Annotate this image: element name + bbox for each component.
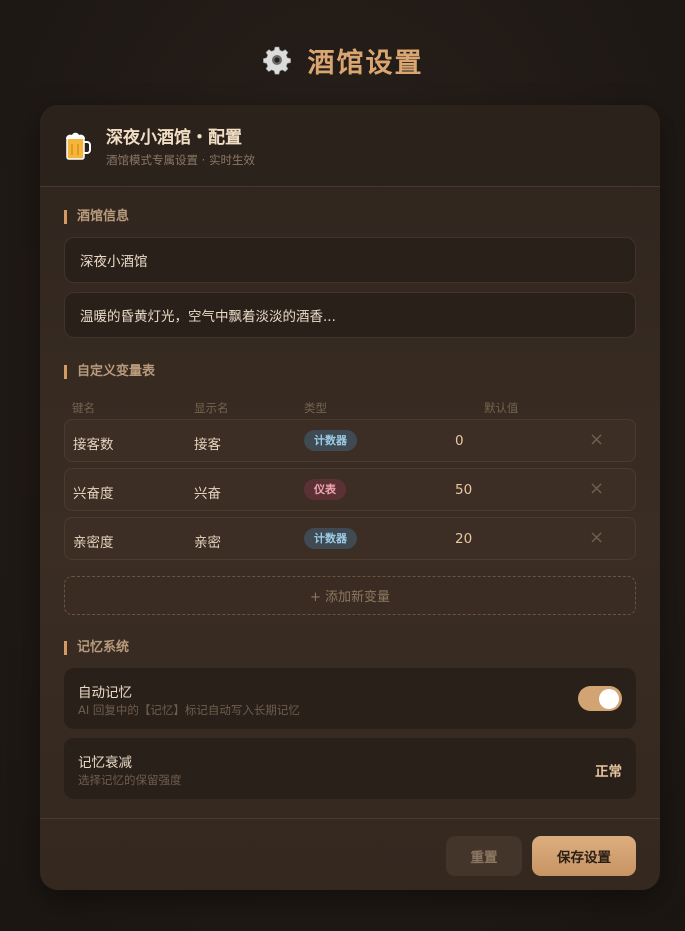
memory-decay-title: 记忆衰减 bbox=[78, 755, 132, 771]
variable-type-badge[interactable]: 计数器 bbox=[304, 430, 357, 451]
variable-key[interactable]: 接客数 bbox=[73, 433, 114, 453]
auto-memory-row: 自动记忆 AI 回复中的【记忆】标记自动写入长期记忆 bbox=[64, 668, 636, 729]
delete-variable-icon[interactable]: × bbox=[589, 478, 604, 499]
page-title: 酒馆设置 bbox=[307, 47, 424, 79]
card-title: 深夜小酒馆・配置 bbox=[106, 128, 242, 148]
section-tavern-info-label: 酒馆信息 bbox=[64, 210, 129, 224]
auto-memory-title: 自动记忆 bbox=[78, 685, 132, 701]
variable-display-name[interactable]: 接客 bbox=[194, 433, 221, 453]
add-variable-button[interactable]: + 添加新变量 bbox=[64, 576, 636, 615]
variable-key[interactable]: 亲密度 bbox=[73, 531, 114, 551]
reset-button[interactable]: 重置 bbox=[446, 836, 522, 876]
column-header-default: 默认值 bbox=[484, 401, 519, 415]
memory-decay-select[interactable]: 正常 bbox=[595, 760, 622, 780]
delete-variable-icon[interactable]: × bbox=[589, 527, 604, 548]
auto-memory-description: AI 回复中的【记忆】标记自动写入长期记忆 bbox=[78, 703, 300, 717]
variable-row[interactable]: 兴奋度 兴奋 仪表 50 × bbox=[64, 468, 636, 511]
column-header-key: 键名 bbox=[72, 401, 95, 415]
card-header: 深夜小酒馆・配置 酒馆模式专属设置 · 实时生效 bbox=[40, 105, 660, 187]
page-header: 酒馆设置 bbox=[0, 40, 685, 80]
gear-icon bbox=[262, 46, 291, 75]
variable-default-value[interactable]: 20 bbox=[455, 531, 472, 547]
save-button[interactable]: 保存设置 bbox=[532, 836, 636, 876]
auto-memory-toggle[interactable] bbox=[578, 686, 622, 711]
delete-variable-icon[interactable]: × bbox=[589, 429, 604, 450]
variable-default-value[interactable]: 0 bbox=[455, 433, 464, 449]
memory-decay-row[interactable]: 记忆衰减 选择记忆的保留强度 正常 bbox=[64, 738, 636, 799]
tavern-description-input[interactable]: 温暖的昏黄灯光，空气中飘着淡淡的酒香... bbox=[64, 292, 636, 338]
card-subtitle: 酒馆模式专属设置 · 实时生效 bbox=[106, 153, 255, 167]
column-header-type: 类型 bbox=[304, 401, 327, 415]
variable-display-name[interactable]: 亲密 bbox=[194, 531, 221, 551]
variable-type-badge[interactable]: 计数器 bbox=[304, 528, 357, 549]
section-variables-label: 自定义变量表 bbox=[64, 365, 155, 379]
memory-decay-description: 选择记忆的保留强度 bbox=[78, 773, 182, 787]
toggle-knob bbox=[599, 688, 619, 709]
beer-mug-icon bbox=[66, 132, 91, 160]
variable-key[interactable]: 兴奋度 bbox=[73, 482, 114, 502]
variable-row[interactable]: 亲密度 亲密 计数器 20 × bbox=[64, 517, 636, 560]
section-memory-label: 记忆系统 bbox=[64, 641, 129, 655]
variable-type-badge[interactable]: 仪表 bbox=[304, 479, 346, 500]
column-header-display: 显示名 bbox=[194, 401, 229, 415]
variable-display-name[interactable]: 兴奋 bbox=[194, 482, 221, 502]
settings-card: 深夜小酒馆・配置 酒馆模式专属设置 · 实时生效 酒馆信息 深夜小酒馆 温暖的昏… bbox=[40, 105, 660, 890]
card-footer: 重置 保存设置 bbox=[40, 818, 660, 890]
variable-default-value[interactable]: 50 bbox=[455, 482, 472, 498]
variable-row[interactable]: 接客数 接客 计数器 0 × bbox=[64, 419, 636, 462]
tavern-name-input[interactable]: 深夜小酒馆 bbox=[64, 237, 636, 283]
